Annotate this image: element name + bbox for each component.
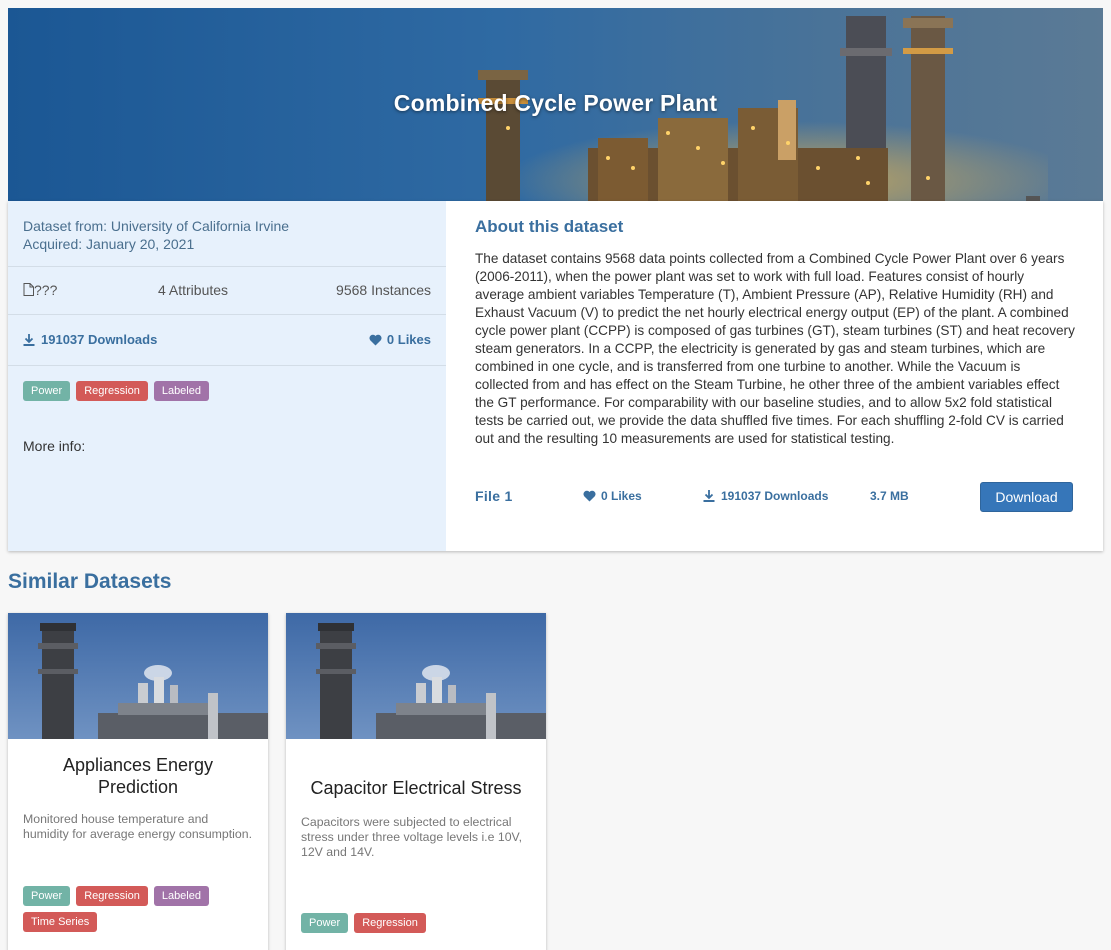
- tag-list: Power Regression Labeled: [23, 381, 423, 401]
- file-name: File 1: [475, 488, 513, 504]
- tag-labeled[interactable]: Labeled: [153, 886, 209, 906]
- likes-count[interactable]: 0 Likes: [369, 332, 431, 347]
- card-title: Appliances Energy Prediction: [62, 755, 214, 797]
- dataset-info-card: Dataset from: University of California I…: [8, 201, 1103, 551]
- tag-regression[interactable]: Regression: [76, 381, 148, 401]
- downloads-label: 191037 Downloads: [41, 332, 158, 347]
- card-description: Monitored house temperature and humidity…: [23, 812, 252, 841]
- download-button[interactable]: Download: [980, 482, 1073, 512]
- file-type: ???: [23, 282, 57, 298]
- tag-power[interactable]: Power: [23, 886, 71, 906]
- file-size: 3.7 MB: [870, 489, 909, 503]
- dataset-source: Dataset from: University of California I…: [23, 217, 289, 253]
- acquired-date: Acquired: January 20, 2021: [23, 236, 195, 252]
- document-icon: [23, 283, 34, 296]
- power-plant-image: [8, 613, 268, 739]
- download-icon: [703, 490, 715, 502]
- similar-dataset-card[interactable]: Appliances Energy Prediction Monitored h…: [8, 613, 268, 950]
- about-panel: About this dataset The dataset contains …: [446, 201, 1103, 551]
- about-title: About this dataset: [475, 217, 624, 236]
- tag-labeled[interactable]: Labeled: [153, 381, 209, 401]
- source-institution: Dataset from: University of California I…: [23, 218, 290, 234]
- dataset-meta-panel: Dataset from: University of California I…: [8, 201, 446, 551]
- file-likes[interactable]: 0 Likes: [583, 489, 642, 503]
- about-description: The dataset contains 9568 data points co…: [475, 251, 1075, 446]
- file-likes-label: 0 Likes: [601, 489, 642, 503]
- card-description: Capacitors were subjected to electrical …: [301, 815, 523, 859]
- heart-icon: [583, 490, 596, 502]
- heart-icon: [369, 334, 382, 345]
- similar-dataset-card[interactable]: Capacitor Electrical Stress Capacitors w…: [286, 613, 546, 950]
- tag-regression[interactable]: Regression: [354, 913, 426, 933]
- hero-banner: Combined Cycle Power Plant: [8, 8, 1103, 201]
- download-icon: [23, 333, 35, 346]
- tag-regression[interactable]: Regression: [76, 886, 148, 906]
- downloads-count: 191037 Downloads: [23, 332, 157, 347]
- file-downloads-label: 191037 Downloads: [721, 489, 829, 503]
- divider: [8, 314, 446, 315]
- likes-label: 0 Likes: [386, 332, 431, 347]
- dataset-thumbnail: [8, 613, 268, 739]
- file-row: File 1 0 Likes 191037 Downloads 3.7 MB D…: [475, 482, 1073, 512]
- attributes-count: 4 Attributes: [158, 282, 229, 298]
- dataset-thumbnail: [286, 613, 546, 739]
- more-info-label: More info:: [23, 438, 86, 454]
- file-downloads: 191037 Downloads: [703, 489, 828, 503]
- card-title: Capacitor Electrical Stress: [310, 778, 522, 798]
- card-tag-list: Power Regression Labeled Time Series: [23, 886, 255, 932]
- dataset-stats: ??? 4 Attributes 9568 Instances: [23, 282, 431, 302]
- divider: [8, 365, 446, 366]
- page-title: Combined Cycle Power Plant: [393, 90, 718, 116]
- tag-power[interactable]: Power: [301, 913, 349, 933]
- file-type-label: ???: [34, 282, 58, 298]
- similar-datasets-title: Similar Datasets: [8, 570, 172, 593]
- instances-count: 9568 Instances: [336, 282, 431, 298]
- divider: [8, 266, 446, 267]
- engagement-row: 191037 Downloads 0 Likes: [23, 332, 431, 350]
- tag-power[interactable]: Power: [23, 381, 71, 401]
- card-tag-list: Power Regression: [301, 913, 533, 933]
- tag-time-series[interactable]: Time Series: [23, 912, 98, 932]
- power-plant-image: [286, 613, 546, 739]
